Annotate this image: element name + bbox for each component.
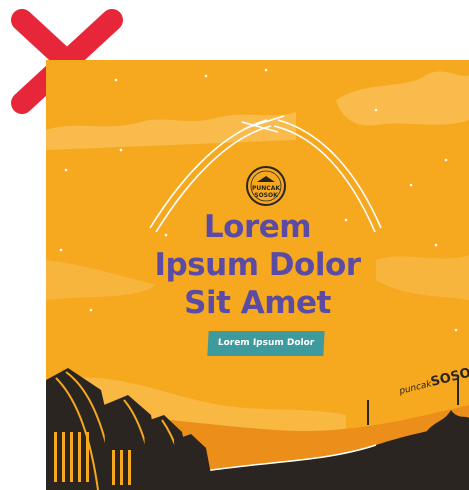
headline: Lorem Ipsum Dolor Sit Amet — [46, 208, 469, 322]
headline-line-3: Sit Amet — [184, 285, 331, 321]
poster: PUNCAK SOSOK Lorem Ipsum Dolor Sit Amet … — [46, 60, 469, 490]
svg-text:PUNCAK: PUNCAK — [252, 185, 280, 192]
puncak-sosok-logo-icon: PUNCAK SOSOK — [245, 165, 287, 207]
tag-label: Lorem Ipsum Dolor — [207, 331, 325, 356]
headline-line-2: Ipsum Dolor — [154, 247, 361, 283]
headline-line-1: Lorem — [203, 209, 312, 245]
svg-text:SOSOK: SOSOK — [254, 192, 278, 199]
